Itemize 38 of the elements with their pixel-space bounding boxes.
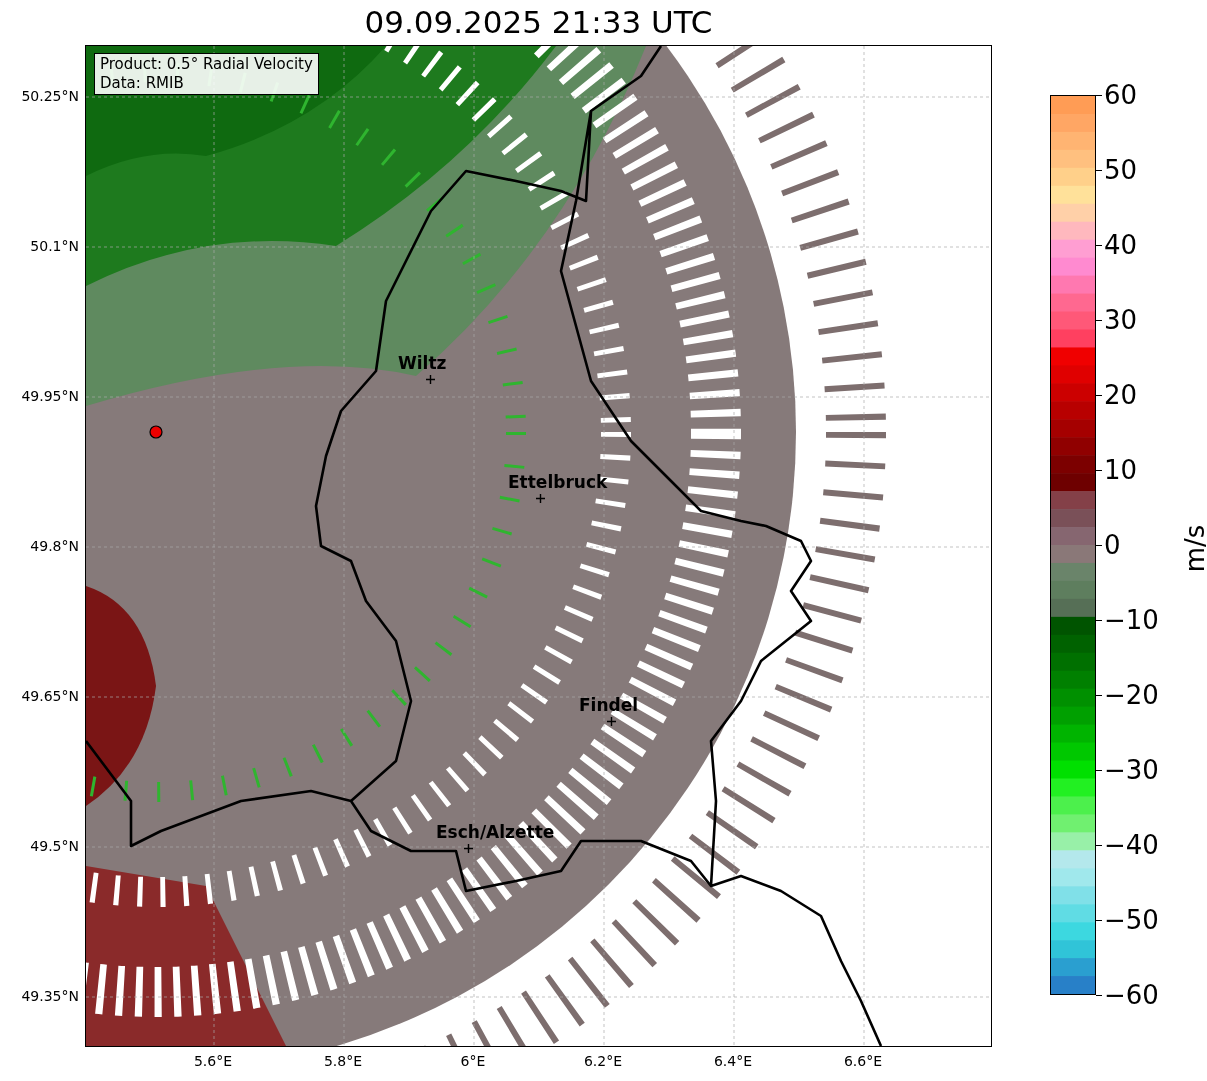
axis-tick-label: 49.65°N: [21, 688, 79, 704]
axis-tick-label: 6.2°E: [583, 1053, 623, 1069]
axis-tick-label: 6.4°E: [713, 1053, 753, 1069]
info-text: Data: RMIB: [100, 74, 185, 93]
city-marker-icon: [536, 494, 545, 503]
colorbar-tick-label: 40: [1104, 230, 1138, 260]
colorbar-tick-label: −10: [1104, 605, 1159, 635]
colorbar-tick-label: 50: [1104, 155, 1138, 185]
axis-tick-label: 50.25°N: [21, 88, 79, 104]
city-label: Ettelbruck: [508, 472, 608, 492]
axis-tick-label: 5.8°E: [323, 1053, 363, 1069]
city-label: Findel: [579, 695, 639, 715]
colorbar-tick-label: −60: [1104, 980, 1159, 1010]
axis-tick-label: 49.35°N: [21, 988, 79, 1004]
city-marker-icon: [426, 375, 435, 384]
radar-site-icon: [149, 425, 163, 439]
city-marker-icon: [607, 717, 616, 726]
colorbar-tick-label: 20: [1104, 380, 1138, 410]
axis-tick-label: 49.95°N: [21, 388, 79, 404]
colorbar-tick-label: −50: [1104, 905, 1159, 935]
colorbar-tick-label: 0: [1104, 530, 1121, 560]
axis-tick-label: 50.1°N: [30, 238, 79, 254]
colorbar-label: m/s: [1179, 524, 1207, 573]
axis-tick-label: 49.8°N: [30, 538, 79, 554]
axis-tick-label: 5.6°E: [193, 1053, 233, 1069]
colorbar-tick-label: 60: [1104, 80, 1138, 110]
colorbar-tick-label: 30: [1104, 305, 1138, 335]
colorbar-tick-label: −40: [1104, 830, 1159, 860]
colorbar-tick-label: −20: [1104, 680, 1159, 710]
info-text: Product: 0.5° Radial Velocity: [100, 55, 313, 74]
city-label: Wiltz: [398, 353, 447, 373]
axis-tick-label: 49.5°N: [30, 838, 79, 854]
city-marker-icon: [464, 844, 473, 853]
axis-tick-label: 6.6°E: [843, 1053, 883, 1069]
colorbar-tick-label: 10: [1104, 455, 1138, 485]
colorbar-tick-label: −30: [1104, 755, 1159, 785]
axis-tick-label: 6°E: [460, 1053, 486, 1069]
chart-title: 09.09.2025 21:33 UTC: [363, 3, 714, 42]
